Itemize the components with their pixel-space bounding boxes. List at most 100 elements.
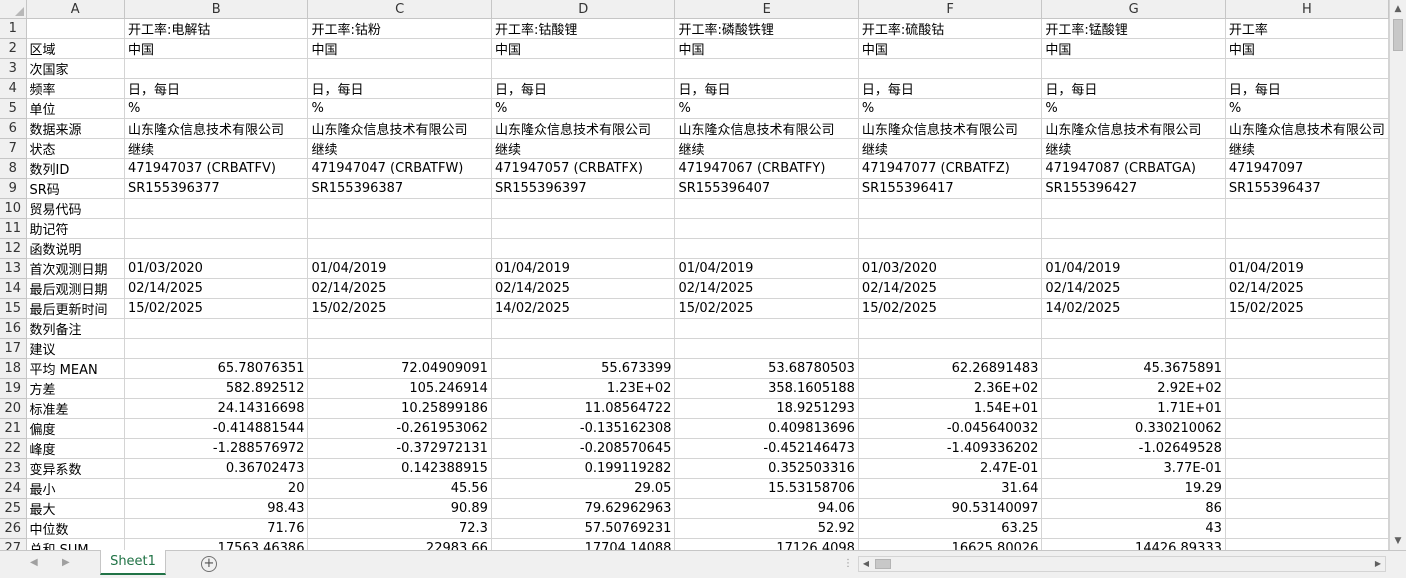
- data-cell[interactable]: 山东隆众信息技术有限公司: [674, 118, 859, 139]
- data-cell[interactable]: 471947037 (CRBATFV): [124, 158, 309, 179]
- data-cell[interactable]: [491, 238, 676, 259]
- data-cell[interactable]: 94.06: [674, 498, 859, 519]
- data-cell[interactable]: [491, 218, 676, 239]
- data-cell[interactable]: [1041, 58, 1226, 79]
- row-header[interactable]: 11: [0, 218, 27, 239]
- data-cell[interactable]: 02/14/2025: [491, 278, 676, 299]
- data-cell[interactable]: 01/04/2019: [491, 258, 676, 279]
- data-cell[interactable]: %: [1225, 98, 1389, 119]
- row-header[interactable]: 16: [0, 318, 27, 339]
- data-cell[interactable]: 继续: [307, 138, 492, 159]
- data-cell[interactable]: [307, 58, 492, 79]
- data-cell[interactable]: [858, 238, 1043, 259]
- data-cell[interactable]: [858, 58, 1043, 79]
- data-cell[interactable]: 471947087 (CRBATGA): [1041, 158, 1226, 179]
- data-cell[interactable]: [1225, 218, 1389, 239]
- data-cell[interactable]: [1225, 398, 1389, 419]
- horizontal-scroll-thumb[interactable]: [875, 559, 891, 569]
- data-cell[interactable]: 中国: [1041, 38, 1226, 59]
- data-cell[interactable]: 0.142388915: [307, 458, 492, 479]
- data-cell[interactable]: SR155396437: [1225, 178, 1389, 199]
- data-cell[interactable]: [124, 338, 309, 359]
- data-cell[interactable]: [674, 338, 859, 359]
- data-cell[interactable]: 24.14316698: [124, 398, 309, 419]
- row-header[interactable]: 21: [0, 418, 27, 439]
- data-cell[interactable]: [124, 318, 309, 339]
- data-cell[interactable]: [1225, 378, 1389, 399]
- column-header-e[interactable]: E: [674, 0, 859, 19]
- data-cell[interactable]: [1225, 318, 1389, 339]
- row-label-cell[interactable]: 最小: [26, 478, 125, 499]
- row-header[interactable]: 27: [0, 538, 27, 550]
- data-cell[interactable]: [858, 338, 1043, 359]
- data-cell[interactable]: 日，每日: [491, 78, 676, 99]
- select-all-corner[interactable]: [0, 0, 27, 19]
- data-cell[interactable]: 65.78076351: [124, 358, 309, 379]
- data-cell[interactable]: %: [307, 98, 492, 119]
- data-cell[interactable]: 52.92: [674, 518, 859, 539]
- row-header[interactable]: 26: [0, 518, 27, 539]
- data-cell[interactable]: 90.53140097: [858, 498, 1043, 519]
- data-cell[interactable]: 0.199119282: [491, 458, 676, 479]
- data-cell[interactable]: 16625.80026: [858, 538, 1043, 550]
- data-cell[interactable]: [674, 318, 859, 339]
- data-cell[interactable]: SR155396407: [674, 178, 859, 199]
- data-cell[interactable]: 中国: [858, 38, 1043, 59]
- data-cell[interactable]: [1225, 458, 1389, 479]
- data-cell[interactable]: 1.54E+01: [858, 398, 1043, 419]
- data-cell[interactable]: 45.56: [307, 478, 492, 499]
- data-cell[interactable]: 17704.14088: [491, 538, 676, 550]
- data-cell[interactable]: 43: [1041, 518, 1226, 539]
- row-header[interactable]: 13: [0, 258, 27, 279]
- data-cell[interactable]: 开工率:电解钴: [124, 18, 309, 39]
- row-header[interactable]: 9: [0, 178, 27, 199]
- row-header[interactable]: 17: [0, 338, 27, 359]
- data-cell[interactable]: [307, 198, 492, 219]
- row-label-cell[interactable]: 峰度: [26, 438, 125, 459]
- row-label-cell[interactable]: 频率: [26, 78, 125, 99]
- data-cell[interactable]: [858, 318, 1043, 339]
- data-cell[interactable]: 31.64: [858, 478, 1043, 499]
- vertical-scroll-thumb[interactable]: [1393, 19, 1403, 51]
- data-cell[interactable]: 15/02/2025: [858, 298, 1043, 319]
- data-cell[interactable]: [1225, 498, 1389, 519]
- data-cell[interactable]: 86: [1041, 498, 1226, 519]
- data-cell[interactable]: 17126.4098: [674, 538, 859, 550]
- data-cell[interactable]: 日，每日: [858, 78, 1043, 99]
- data-cell[interactable]: 开工率: [1225, 18, 1389, 39]
- data-cell[interactable]: -1.02649528: [1041, 438, 1226, 459]
- data-cell[interactable]: [1225, 438, 1389, 459]
- data-cell[interactable]: 471947047 (CRBATFW): [307, 158, 492, 179]
- data-cell[interactable]: [1225, 238, 1389, 259]
- sheet-tab-sheet1[interactable]: Sheet1: [100, 550, 166, 575]
- row-label-cell[interactable]: 贸易代码: [26, 198, 125, 219]
- data-cell[interactable]: 01/04/2019: [674, 258, 859, 279]
- column-header-c[interactable]: C: [307, 0, 492, 19]
- data-cell[interactable]: 02/14/2025: [1041, 278, 1226, 299]
- row-label-cell[interactable]: 中位数: [26, 518, 125, 539]
- data-cell[interactable]: 582.892512: [124, 378, 309, 399]
- data-cell[interactable]: 继续: [674, 138, 859, 159]
- data-cell[interactable]: [124, 198, 309, 219]
- data-cell[interactable]: [1225, 518, 1389, 539]
- data-cell[interactable]: 53.68780503: [674, 358, 859, 379]
- data-cell[interactable]: 开工率:硫酸钴: [858, 18, 1043, 39]
- data-cell[interactable]: 1.23E+02: [491, 378, 676, 399]
- data-cell[interactable]: 山东隆众信息技术有限公司: [1041, 118, 1226, 139]
- row-header[interactable]: 3: [0, 58, 27, 79]
- row-label-cell[interactable]: SR码: [26, 178, 125, 199]
- data-cell[interactable]: [1041, 338, 1226, 359]
- data-cell[interactable]: [307, 218, 492, 239]
- add-sheet-icon[interactable]: +: [201, 556, 217, 572]
- data-cell[interactable]: 山东隆众信息技术有限公司: [124, 118, 309, 139]
- row-label-cell[interactable]: 变异系数: [26, 458, 125, 479]
- row-header[interactable]: 10: [0, 198, 27, 219]
- row-label-cell[interactable]: 首次观测日期: [26, 258, 125, 279]
- data-cell[interactable]: 继续: [124, 138, 309, 159]
- row-header[interactable]: 5: [0, 98, 27, 119]
- column-header-b[interactable]: B: [124, 0, 309, 19]
- data-cell[interactable]: %: [124, 98, 309, 119]
- data-cell[interactable]: 62.26891483: [858, 358, 1043, 379]
- row-header[interactable]: 4: [0, 78, 27, 99]
- data-cell[interactable]: 日，每日: [307, 78, 492, 99]
